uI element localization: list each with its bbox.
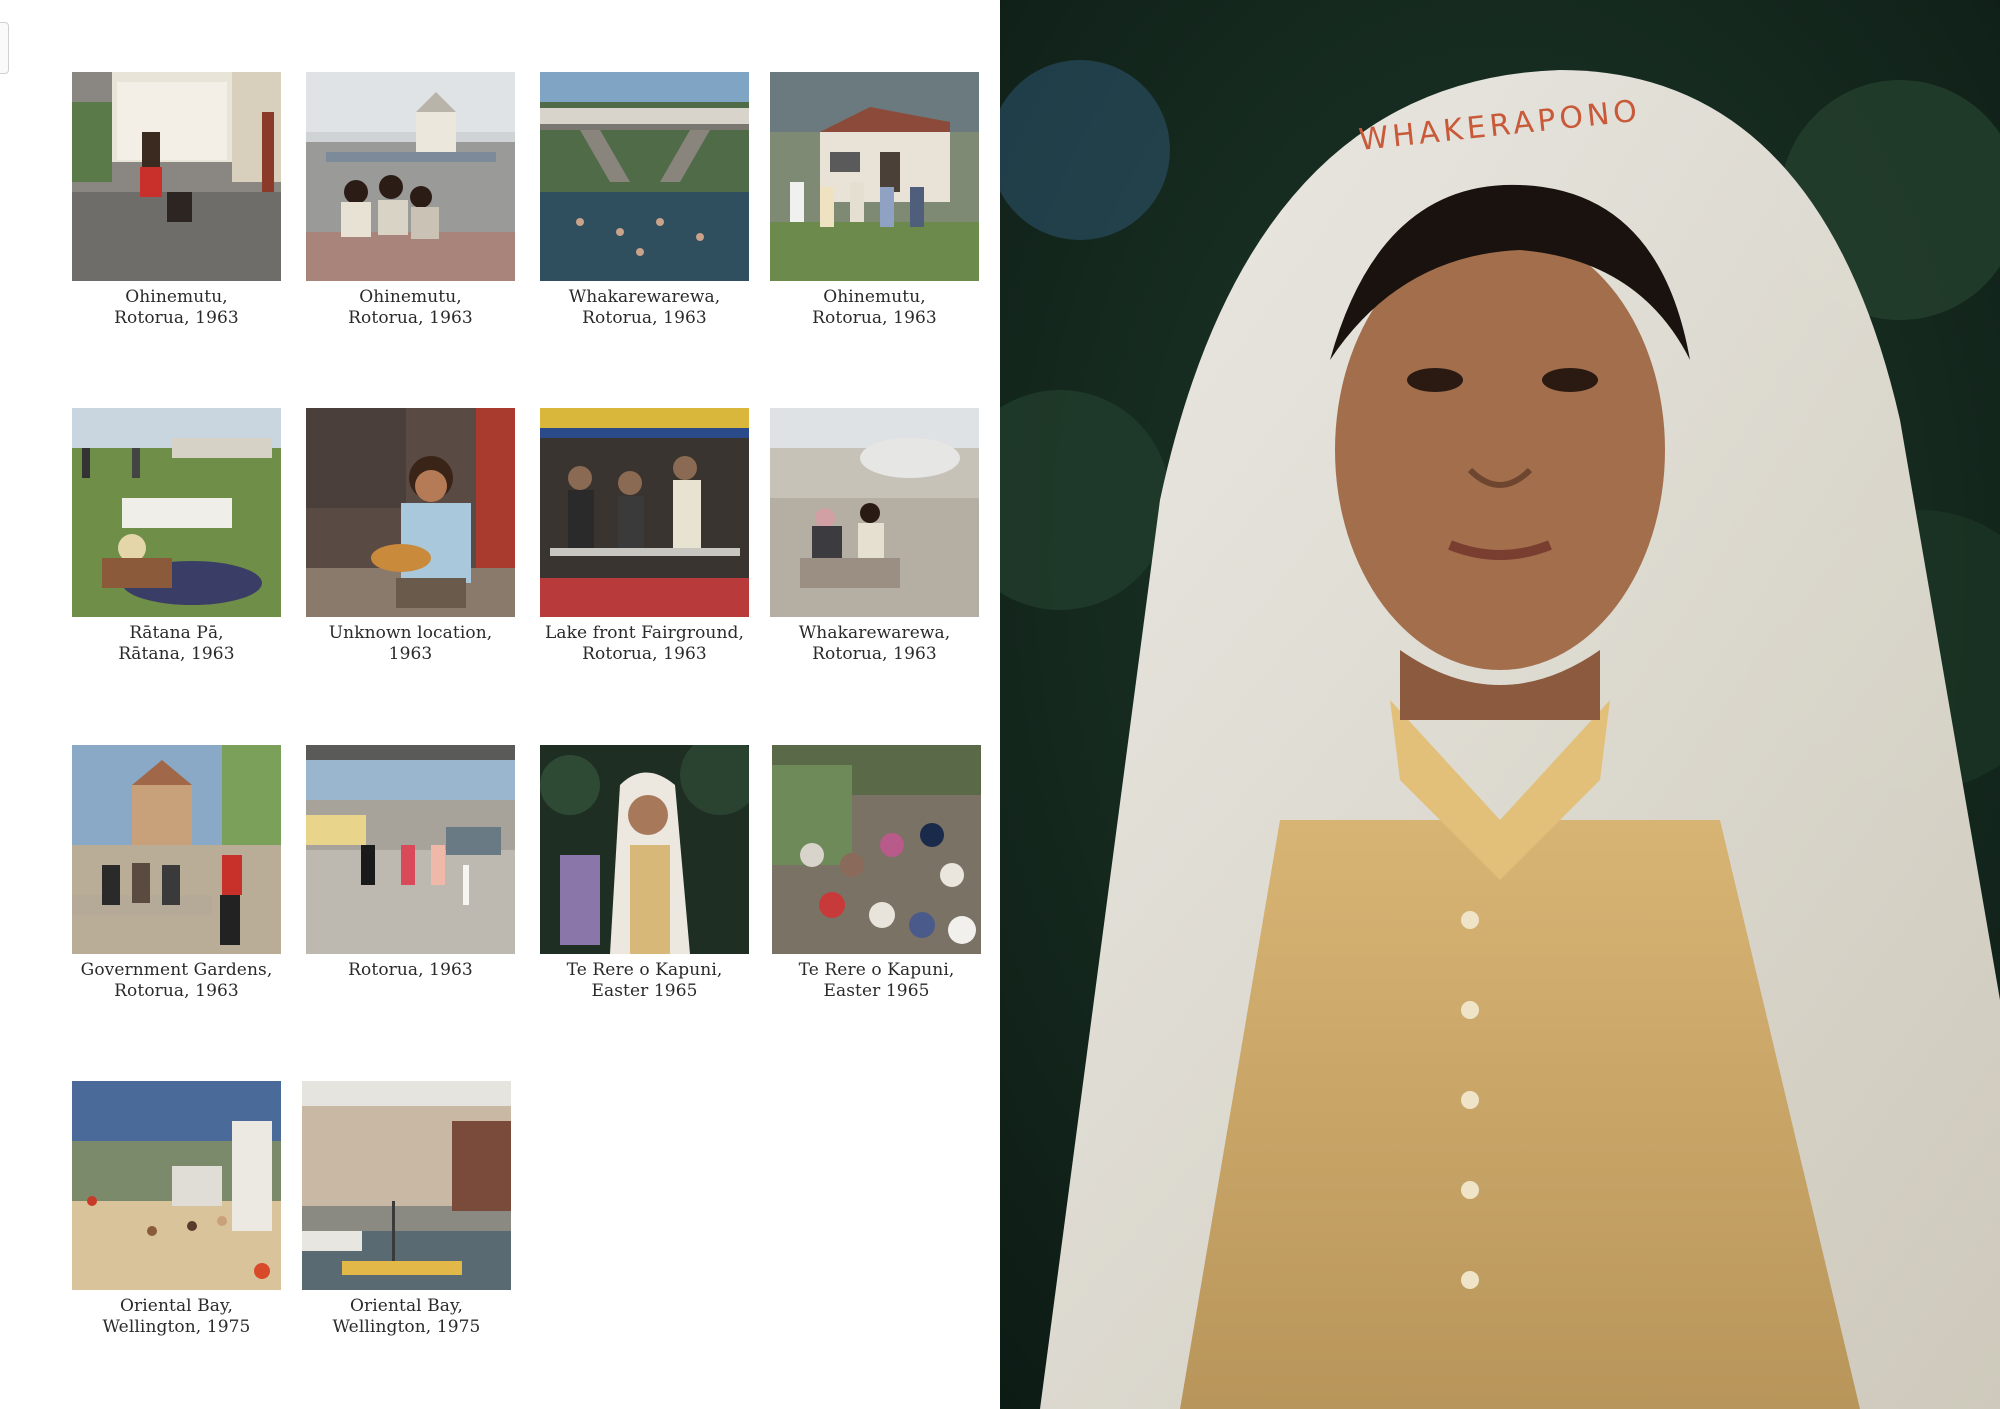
thumbnail-item[interactable]: Rotorua, 1963	[306, 745, 515, 981]
thumbnail-grid-page: Ohinemutu, Rotorua, 1963 Ohinemutu, Roto…	[0, 0, 1000, 1409]
page-edge-tab	[0, 22, 9, 74]
thumbnail-caption: Whakarewarewa, Rotorua, 1963	[798, 623, 951, 664]
thumbnail-photo-oriental-bay-beach[interactable]	[72, 1081, 281, 1290]
thumbnail-photo-ratana-field[interactable]	[72, 408, 281, 617]
thumbnail-photo-whakarewarewa-rocks[interactable]	[770, 408, 979, 617]
thumbnail-photo-whakarewarewa-bridge[interactable]	[540, 72, 749, 281]
thumbnail-caption: Te Rere o Kapuni, Easter 1965	[798, 960, 955, 1001]
thumbnail-caption: Oriental Bay, Wellington, 1975	[102, 1296, 251, 1337]
thumbnail-caption: Government Gardens, Rotorua, 1963	[80, 960, 273, 1001]
thumbnail-caption: Rātana Pā, Rātana, 1963	[118, 623, 235, 664]
thumbnail-caption: Oriental Bay, Wellington, 1975	[332, 1296, 481, 1337]
thumbnail-caption: Ohinemutu, Rotorua, 1963	[114, 287, 239, 328]
thumbnail-caption: Lake front Fairground, Rotorua, 1963	[545, 623, 744, 664]
thumbnail-photo-girl-guitar[interactable]	[306, 408, 515, 617]
thumbnail-item[interactable]: Oriental Bay, Wellington, 1975	[72, 1081, 281, 1338]
thumbnail-item[interactable]: Rātana Pā, Rātana, 1963	[72, 408, 281, 665]
thumbnail-item[interactable]: Ohinemutu, Rotorua, 1963	[72, 72, 281, 329]
thumbnail-photo-ohinemutu-house[interactable]	[770, 72, 979, 281]
thumbnail-item[interactable]: Ohinemutu, Rotorua, 1963	[306, 72, 515, 329]
thumbnail-item[interactable]: Oriental Bay, Wellington, 1975	[302, 1081, 511, 1338]
thumbnail-item[interactable]: Government Gardens, Rotorua, 1963	[72, 745, 281, 1002]
thumbnail-caption: Whakarewarewa, Rotorua, 1963	[568, 287, 721, 328]
thumbnail-photo-ohinemutu-children[interactable]	[306, 72, 515, 281]
thumbnail-caption: Unknown location, 1963	[328, 623, 493, 664]
thumbnail-item[interactable]: Whakarewarewa, Rotorua, 1963	[540, 72, 749, 329]
thumbnail-item[interactable]: Unknown location, 1963	[306, 408, 515, 665]
featured-portrait-photo[interactable]: WHAKERAPONO	[1000, 0, 2000, 1409]
thumbnail-photo-te-rere-o-kapuni-crowd[interactable]	[772, 745, 981, 954]
thumbnail-photo-oriental-bay-harbour[interactable]	[302, 1081, 511, 1290]
thumbnail-item[interactable]: Whakarewarewa, Rotorua, 1963	[770, 408, 979, 665]
thumbnail-photo-government-gardens[interactable]	[72, 745, 281, 954]
thumbnail-photo-ohinemutu-street[interactable]	[72, 72, 281, 281]
thumbnail-caption: Rotorua, 1963	[348, 960, 473, 980]
thumbnail-photo-fairground-band[interactable]	[540, 408, 749, 617]
thumbnail-caption: Ohinemutu, Rotorua, 1963	[348, 287, 473, 328]
thumbnail-item[interactable]: Te Rere o Kapuni, Easter 1965	[540, 745, 749, 1002]
thumbnail-item[interactable]: Lake front Fairground, Rotorua, 1963	[540, 408, 749, 665]
thumbnail-caption: Te Rere o Kapuni, Easter 1965	[566, 960, 723, 1001]
thumbnail-photo-rotorua-street[interactable]	[306, 745, 515, 954]
thumbnail-caption: Ohinemutu, Rotorua, 1963	[812, 287, 937, 328]
thumbnail-photo-te-rere-o-kapuni-girl[interactable]	[540, 745, 749, 954]
thumbnail-item[interactable]: Ohinemutu, Rotorua, 1963	[770, 72, 979, 329]
thumbnail-item[interactable]: Te Rere o Kapuni, Easter 1965	[772, 745, 981, 1002]
